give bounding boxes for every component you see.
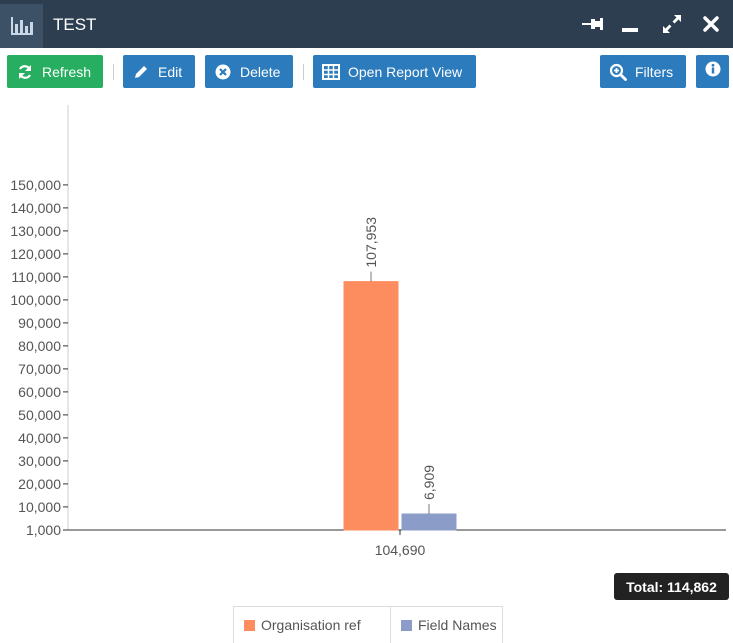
title-bar: TEST xyxy=(0,0,733,48)
bar-chart: 1,000 10,000 20,000 30,000 40,000 50,000 60,00… xyxy=(10,105,726,558)
table-icon xyxy=(322,63,340,81)
info-icon xyxy=(705,61,721,82)
info-button[interactable] xyxy=(696,55,729,88)
y-tick-label: 40,000 xyxy=(18,430,61,446)
y-tick-label: 130,000 xyxy=(10,223,61,239)
legend-swatch xyxy=(401,619,412,631)
refresh-button[interactable]: Refresh xyxy=(7,55,103,88)
chart-legend: Organisation ref Field Names xyxy=(233,606,503,643)
legend-item-organisation-ref[interactable]: Organisation ref xyxy=(234,607,391,643)
expand-icon[interactable] xyxy=(660,12,684,36)
close-icon[interactable] xyxy=(699,12,723,36)
bar-chart-icon[interactable] xyxy=(0,4,43,48)
y-tick-label: 10,000 xyxy=(18,499,61,515)
filters-button[interactable]: Filters xyxy=(600,55,686,88)
y-tick-label: 120,000 xyxy=(10,246,61,262)
data-label: 107,953 xyxy=(363,217,379,268)
x-tick-label: 104,690 xyxy=(375,542,426,558)
pin-icon[interactable] xyxy=(581,12,605,36)
pencil-icon xyxy=(132,63,150,81)
delete-button[interactable]: Delete xyxy=(205,55,293,88)
zoom-in-icon xyxy=(609,63,627,81)
y-tick-label: 1,000 xyxy=(26,522,61,538)
legend-label: Field Names xyxy=(418,617,497,633)
refresh-label: Refresh xyxy=(42,63,92,80)
edit-label: Edit xyxy=(158,63,183,80)
y-tick-label: 140,000 xyxy=(10,200,61,216)
open-report-view-button[interactable]: Open Report View xyxy=(313,55,476,88)
y-tick-label: 70,000 xyxy=(18,361,61,377)
y-tick-label: 50,000 xyxy=(18,407,61,423)
minimize-icon[interactable] xyxy=(618,12,642,36)
bar-organisation-ref xyxy=(343,281,399,531)
y-tick-label: 150,000 xyxy=(10,177,61,193)
y-tick-label: 100,000 xyxy=(10,292,61,308)
toolbar-divider xyxy=(113,64,114,80)
y-tick-label: 30,000 xyxy=(18,453,61,469)
edit-button[interactable]: Edit xyxy=(123,55,195,88)
bar-field-names xyxy=(401,513,457,531)
delete-circle-icon xyxy=(214,63,232,81)
filters-label: Filters xyxy=(635,63,674,80)
toolbar-divider xyxy=(303,64,304,80)
legend-swatch xyxy=(244,619,255,631)
y-tick-label: 110,000 xyxy=(11,269,61,285)
y-tick-label: 20,000 xyxy=(18,476,61,492)
y-tick-label: 80,000 xyxy=(18,338,61,354)
delete-label: Delete xyxy=(240,63,281,80)
open-report-view-label: Open Report View xyxy=(348,63,463,80)
window-title: TEST xyxy=(53,15,97,34)
total-badge: Total: 114,862 xyxy=(614,573,729,600)
legend-item-field-names[interactable]: Field Names xyxy=(391,607,497,643)
refresh-icon xyxy=(16,63,34,81)
y-tick-label: 60,000 xyxy=(18,384,61,400)
legend-label: Organisation ref xyxy=(261,617,361,633)
data-label: 6,909 xyxy=(421,465,437,500)
y-tick-label: 90,000 xyxy=(18,315,61,331)
